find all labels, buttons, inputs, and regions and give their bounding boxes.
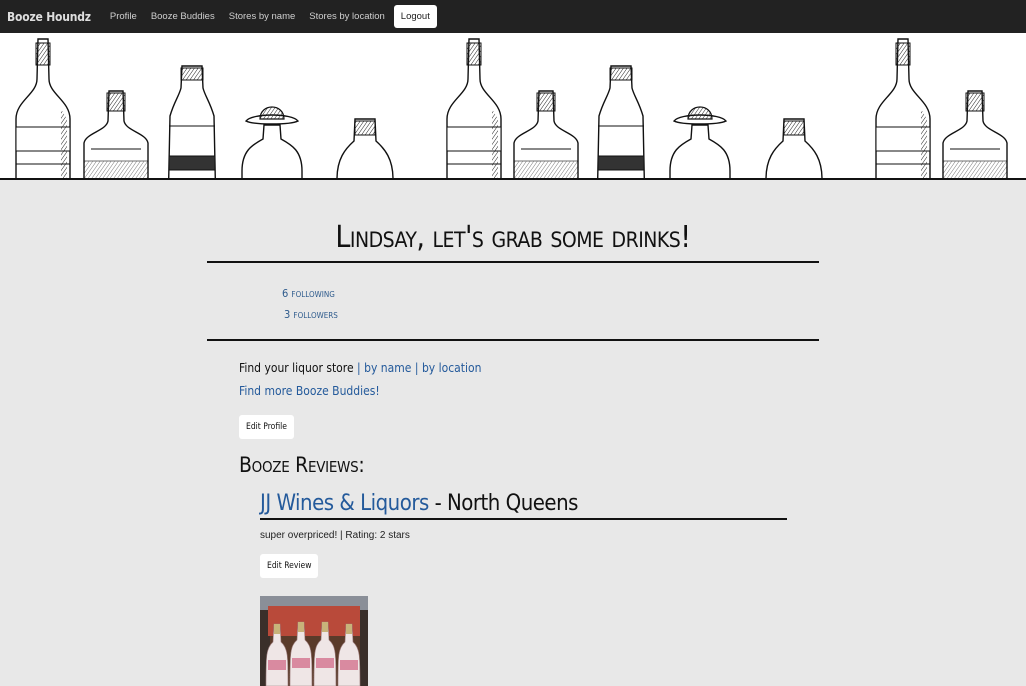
- nav-booze-buddies[interactable]: Booze Buddies: [144, 11, 222, 22]
- quick-links: Find your liquor store | by name | by lo…: [207, 357, 819, 686]
- following-count-link[interactable]: 6 following: [207, 283, 819, 304]
- edit-profile-button[interactable]: Edit Profile: [239, 415, 294, 439]
- divider: [207, 339, 819, 341]
- nav-stores-by-name[interactable]: Stores by name: [222, 11, 303, 22]
- find-by-name-link[interactable]: by name: [364, 361, 411, 375]
- bottles-photo: [260, 596, 368, 686]
- review-text: super overpriced! | Rating: 2 stars: [260, 530, 410, 541]
- top-navbar: Booze Houndz Profile Booze Buddies Store…: [0, 0, 1026, 33]
- find-store-line: Find your liquor store | by name | by lo…: [239, 357, 819, 380]
- bottles-banner: [0, 33, 1026, 180]
- followers-count-link[interactable]: 3 followers: [207, 304, 819, 325]
- greeting-title: Lindsay, let's grab some drinks!: [335, 220, 691, 255]
- separator: |: [414, 361, 419, 375]
- review-item: JJ Wines & Liquors - North Queens super …: [260, 491, 787, 686]
- find-buddies-link[interactable]: Find more Booze Buddies!: [239, 384, 380, 398]
- review-heading: JJ Wines & Liquors - North Queens: [260, 491, 787, 520]
- logout-button[interactable]: Logout: [393, 5, 437, 28]
- nav-stores-by-location[interactable]: Stores by location: [302, 11, 392, 22]
- brand-link[interactable]: Booze Houndz: [7, 10, 91, 24]
- nav-profile[interactable]: Profile: [103, 11, 144, 22]
- profile-content: Lindsay, let's grab some drinks! 6 follo…: [207, 180, 819, 686]
- separator: |: [357, 361, 361, 375]
- edit-review-button[interactable]: Edit Review: [260, 554, 319, 578]
- reviews-heading: Booze Reviews:: [239, 453, 365, 477]
- review-store-link[interactable]: JJ Wines & Liquors: [260, 491, 429, 516]
- review-dash: -: [428, 491, 447, 516]
- follow-stats: 6 following 3 followers: [207, 263, 819, 339]
- find-by-location-link[interactable]: by location: [422, 361, 482, 375]
- find-store-label: Find your liquor store: [239, 361, 354, 375]
- bottles-illustration: [15, 38, 1008, 178]
- review-location: North Queens: [447, 491, 578, 516]
- review-photo: [260, 596, 368, 686]
